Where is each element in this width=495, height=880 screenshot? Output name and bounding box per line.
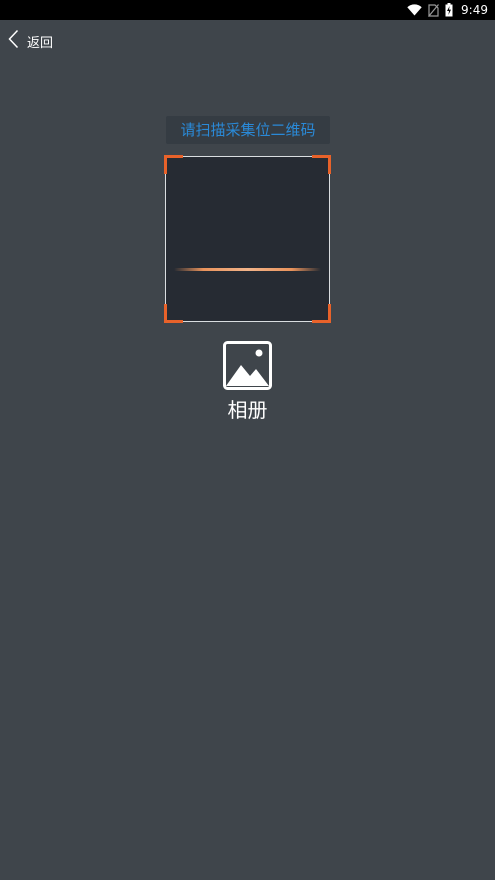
- scan-viewfinder: [165, 156, 330, 322]
- chevron-left-icon: [8, 29, 19, 53]
- status-bar: 9:49: [0, 0, 495, 20]
- scan-frame: [164, 155, 331, 323]
- back-label: 返回: [27, 35, 54, 51]
- no-sim-icon: [428, 3, 440, 17]
- image-icon: [210, 341, 285, 390]
- battery-charging-icon: [445, 3, 453, 17]
- status-time: 9:49: [461, 3, 488, 17]
- frame-corner-top-left: [164, 155, 183, 174]
- album-button[interactable]: 相册: [210, 341, 285, 423]
- scan-line: [174, 268, 321, 271]
- frame-corner-bottom-left: [164, 304, 183, 323]
- back-button[interactable]: 返回: [0, 28, 53, 54]
- frame-corner-bottom-right: [312, 304, 331, 323]
- wifi-icon: [407, 4, 422, 16]
- frame-corner-top-right: [312, 155, 331, 174]
- scan-hint: 请扫描采集位二维码: [166, 116, 330, 144]
- album-label: 相册: [227, 398, 268, 422]
- status-icons: 9:49: [407, 0, 488, 20]
